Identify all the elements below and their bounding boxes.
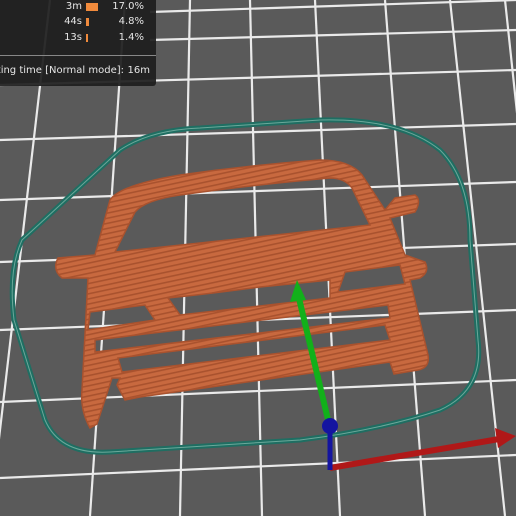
axis-origin-z — [322, 418, 338, 434]
stats-percent: 17.0% — [112, 1, 144, 12]
stats-row: 3m 17.0% — [0, 0, 156, 14]
total-time-label: Estimated printing time [Normal mode]: — [0, 65, 124, 76]
stats-time: 44s — [64, 16, 82, 27]
orange-bar — [86, 34, 88, 42]
stats-row: 13s 1.4% — [0, 31, 156, 45]
stats-time: 3m — [65, 1, 82, 12]
stats-percent: 1.4% — [118, 32, 144, 43]
stats-row: 44s 4.8% — [0, 15, 156, 29]
orange-bar — [86, 18, 90, 26]
stats-time: 13s — [64, 32, 82, 43]
total-time-value: 16m — [127, 65, 150, 76]
stats-percent: 4.8% — [118, 16, 144, 27]
stats-divider — [0, 55, 156, 56]
total-time-row: Estimated printing time [Normal mode]: 1… — [0, 64, 156, 78]
print-stats-panel: 3m 17.0% 44s 4.8% 13s 1.4% Estimated pri… — [0, 0, 156, 86]
